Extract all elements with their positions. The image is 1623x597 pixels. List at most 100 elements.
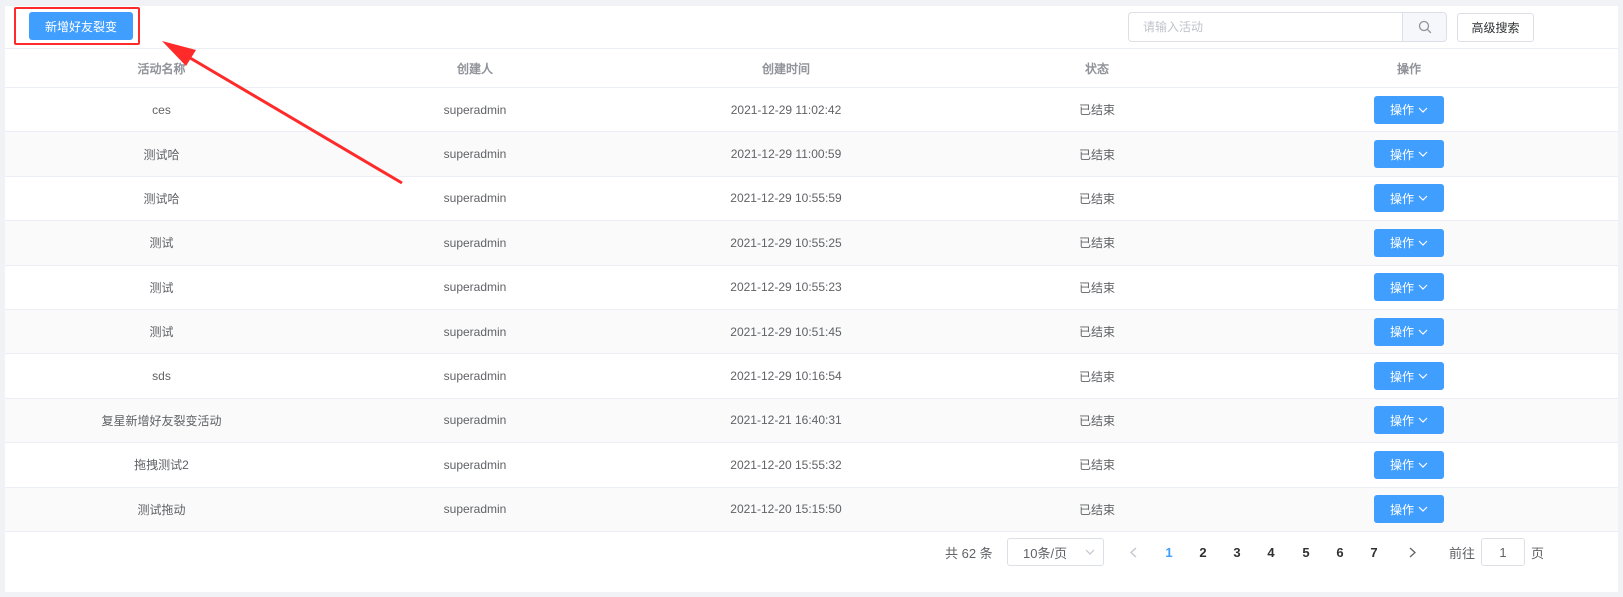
cell-creator: superadmin: [443, 235, 507, 250]
chevron-right-icon: [1409, 547, 1416, 557]
pagination: 共 62 条 10条/页 1 2 3 4 5 6 7 前往 页: [5, 537, 1618, 567]
action-label: 操作: [1389, 413, 1414, 428]
cell-status: 已结束: [1078, 369, 1115, 384]
goto-page: 前往 页: [1449, 537, 1544, 567]
chevron-down-icon: [1418, 284, 1428, 291]
table-row: 拖拽测试2 superadmin 2021-12-20 15:55:32 已结束…: [5, 443, 1618, 488]
cell-name: 拖拽测试2: [134, 458, 189, 473]
pagination-total: 共 62 条: [945, 545, 993, 561]
column-header-status: 状态: [1084, 61, 1109, 76]
action-label: 操作: [1389, 502, 1414, 517]
table-row: 测试 superadmin 2021-12-29 10:51:45 已结束 操作: [5, 309, 1618, 355]
table-row: 测试哈 superadmin 2021-12-29 10:55:59 已结束 操…: [5, 177, 1618, 222]
page-7[interactable]: 7: [1362, 537, 1386, 567]
cell-name: 测试哈: [143, 191, 180, 206]
cell-time: 2021-12-29 10:51:45: [730, 324, 842, 339]
cell-time: 2021-12-29 11:02:42: [730, 102, 842, 117]
prev-page-button[interactable]: [1123, 537, 1143, 567]
cell-time: 2021-12-29 10:16:54: [730, 369, 842, 384]
action-label: 操作: [1389, 147, 1414, 162]
action-dropdown-button[interactable]: 操作: [1374, 450, 1444, 479]
cell-name: 测试: [149, 280, 174, 295]
action-dropdown-button[interactable]: 操作: [1374, 184, 1444, 213]
table-row: sds superadmin 2021-12-29 10:16:54 已结束 操…: [5, 354, 1618, 399]
action-dropdown-button[interactable]: 操作: [1374, 406, 1444, 435]
page-6[interactable]: 6: [1328, 537, 1352, 567]
goto-page-input[interactable]: [1481, 538, 1526, 566]
column-header-name: 活动名称: [137, 61, 186, 76]
cell-status: 已结束: [1078, 147, 1115, 162]
action-dropdown-button[interactable]: 操作: [1374, 362, 1444, 391]
cell-name: 测试拖动: [137, 502, 186, 517]
next-page-button[interactable]: [1402, 537, 1422, 567]
cell-time: 2021-12-20 15:55:32: [730, 457, 842, 472]
table-row: 测试 superadmin 2021-12-29 10:55:25 已结束 操作: [5, 221, 1618, 266]
goto-prefix: 前往: [1449, 545, 1476, 561]
cell-name: 复星新增好友裂变活动: [101, 413, 222, 428]
chevron-down-icon: [1418, 107, 1428, 113]
action-label: 操作: [1389, 458, 1414, 473]
chevron-down-icon: [1418, 240, 1428, 246]
cell-creator: superadmin: [443, 102, 507, 117]
page-2[interactable]: 2: [1191, 537, 1215, 567]
action-dropdown-button[interactable]: 操作: [1374, 140, 1444, 169]
cell-creator: superadmin: [443, 457, 507, 472]
advanced-search-button[interactable]: 高级搜索: [1457, 13, 1534, 42]
action-label: 操作: [1389, 191, 1414, 206]
cell-status: 已结束: [1078, 325, 1115, 340]
action-label: 操作: [1389, 325, 1414, 340]
main-panel: 新增好友裂变 高级搜索 活动名称 创建人 创建时间 状态 操作 ces supe…: [5, 6, 1618, 592]
cell-time: 2021-12-29 10:55:25: [730, 235, 842, 250]
toolbar: 新增好友裂变 高级搜索: [5, 6, 1618, 48]
action-dropdown-button[interactable]: 操作: [1374, 228, 1444, 257]
cell-name: 测试: [149, 325, 174, 340]
cell-creator: superadmin: [443, 191, 507, 206]
action-label: 操作: [1389, 236, 1414, 251]
cell-name: 测试哈: [143, 147, 180, 162]
table-row: 测试哈 superadmin 2021-12-29 11:00:59 已结束 操…: [5, 132, 1618, 177]
cell-status: 已结束: [1078, 458, 1115, 473]
table-row: 测试 superadmin 2021-12-29 10:55:23 已结束 操作: [5, 266, 1618, 310]
cell-time: 2021-12-21 16:40:31: [730, 413, 842, 428]
table-row: 测试拖动 superadmin 2021-12-20 15:15:50 已结束 …: [5, 487, 1618, 532]
action-dropdown-button[interactable]: 操作: [1374, 273, 1444, 302]
cell-creator: superadmin: [443, 280, 507, 295]
search-input[interactable]: [1129, 13, 1402, 41]
page-3[interactable]: 3: [1225, 537, 1249, 567]
chevron-down-icon: [1418, 196, 1428, 202]
action-dropdown-button[interactable]: 操作: [1374, 317, 1444, 346]
page-4[interactable]: 4: [1259, 537, 1283, 567]
chevron-down-icon: [1418, 462, 1428, 468]
table-header: 活动名称 创建人 创建时间 状态 操作: [5, 48, 1618, 88]
cell-time: 2021-12-29 10:55:23: [730, 280, 842, 295]
table-row: ces superadmin 2021-12-29 11:02:42 已结束 操…: [5, 88, 1618, 133]
cell-creator: superadmin: [443, 147, 507, 162]
chevron-down-icon: [1418, 151, 1428, 157]
action-label: 操作: [1389, 369, 1414, 384]
activity-table: 活动名称 创建人 创建时间 状态 操作 ces superadmin 2021-…: [5, 48, 1618, 532]
cell-creator: superadmin: [443, 413, 507, 428]
cell-creator: superadmin: [443, 369, 507, 384]
action-dropdown-button[interactable]: 操作: [1374, 495, 1444, 524]
search-box: [1128, 12, 1447, 42]
chevron-left-icon: [1129, 547, 1136, 557]
page-5[interactable]: 5: [1294, 537, 1318, 567]
chevron-down-icon: [1418, 329, 1428, 335]
action-dropdown-button[interactable]: 操作: [1374, 95, 1444, 124]
cell-time: 2021-12-20 15:15:50: [730, 502, 842, 517]
column-header-time: 创建时间: [761, 61, 810, 76]
cell-status: 已结束: [1078, 502, 1115, 517]
cell-status: 已结束: [1078, 280, 1115, 295]
chevron-down-icon: [1418, 417, 1428, 424]
page-size-select[interactable]: 10条/页: [1007, 538, 1104, 566]
column-header-creator: 创建人: [456, 61, 493, 76]
search-icon: [1418, 20, 1431, 34]
cell-status: 已结束: [1078, 103, 1115, 118]
cell-time: 2021-12-29 11:00:59: [730, 147, 842, 162]
chevron-down-icon: [1418, 506, 1428, 513]
search-button[interactable]: [1402, 13, 1446, 41]
cell-creator: superadmin: [443, 324, 507, 339]
column-header-actions: 操作: [1396, 61, 1421, 76]
page-size-value: 10条/页: [1023, 545, 1068, 561]
page-1[interactable]: 1: [1157, 537, 1181, 567]
